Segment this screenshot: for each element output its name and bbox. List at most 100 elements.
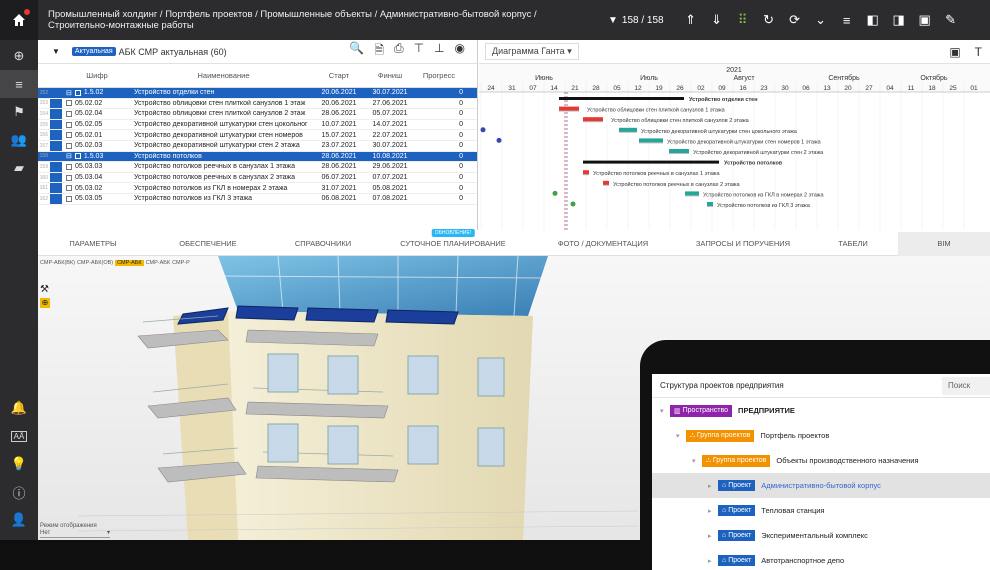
- gantt-view-select[interactable]: Диаграмма Ганта ▾: [485, 43, 579, 60]
- table-row[interactable]: 156 05.02.01 Устройство декоративной штука…: [38, 130, 477, 141]
- tab-3[interactable]: СПРАВОЧНИКИ: [268, 239, 378, 248]
- table-row[interactable]: 153 05.02.02 Устройство облицовки стен пли…: [38, 98, 477, 110]
- building-model[interactable]: [78, 256, 638, 540]
- refresh-button[interactable]: ↻: [756, 7, 782, 33]
- book-button[interactable]: ▰: [0, 154, 38, 182]
- row-name: Устройство декоративной штукатурки стен …: [134, 142, 300, 150]
- tree-node[interactable]: ▾ ⛬ Группа проектов Объекты производственно…: [652, 448, 990, 473]
- table-row[interactable]: 160 05.03.04 Устройство потолков реечных в…: [38, 172, 477, 184]
- row-code: 05.03.05: [62, 195, 128, 202]
- globe-button[interactable]: ⊕: [0, 42, 38, 70]
- view-mode[interactable]: Режим отображения Нет ▾: [40, 523, 110, 538]
- sync-button[interactable]: ⟳: [782, 7, 808, 33]
- table-row[interactable]: 152 ⊟ 1.5.02 Устройство отделки стен 20.06.2…: [38, 88, 477, 99]
- gantt-milestone: [496, 137, 502, 143]
- row-code: 05.03.02: [62, 185, 128, 192]
- bulb-button[interactable]: 💡: [0, 450, 38, 478]
- col-name[interactable]: Наименование: [128, 71, 313, 80]
- expand-down-button[interactable]: ⌄: [808, 7, 834, 33]
- tree-node[interactable]: ▾ ⛬ Группа проектов Портфель проектов: [652, 423, 990, 448]
- flag-button[interactable]: ⚑: [0, 98, 38, 126]
- dropdown-arrow-icon[interactable]: ▼: [52, 47, 60, 56]
- clear-filter-icon[interactable]: ⊥: [434, 41, 444, 62]
- col-finish[interactable]: Финиш: [365, 71, 415, 80]
- filter-counter[interactable]: ▼ 158 / 158: [608, 15, 664, 26]
- collapse-icon[interactable]: ⊟: [66, 152, 72, 160]
- tree-node[interactable]: ▸ ⌂ Проект Автотранспортное депо: [652, 548, 990, 570]
- print-icon[interactable]: ⎙: [394, 41, 404, 62]
- export-gantt-icon[interactable]: ▣: [949, 45, 960, 59]
- split-view-button[interactable]: ◧: [860, 7, 886, 33]
- grid-button[interactable]: ⠿: [730, 7, 756, 33]
- viewer-tool-icon[interactable]: ⚒: [40, 284, 49, 295]
- info-button[interactable]: ⓘ: [0, 478, 38, 506]
- tree-node[interactable]: ▸ ⌂ Проект Экспериментальный комплекс: [652, 523, 990, 548]
- tab-8[interactable]: BIM: [898, 231, 990, 256]
- table-row[interactable]: 157 05.02.03 Устройство декоративной штука…: [38, 140, 477, 152]
- collapse-all-button[interactable]: ⇓: [704, 7, 730, 33]
- filter-icon[interactable]: ⊤: [414, 41, 424, 62]
- menu-button[interactable]: ≡: [0, 70, 38, 98]
- row-checkbox[interactable]: [66, 142, 72, 149]
- row-progress: 0: [459, 174, 463, 182]
- row-checkbox[interactable]: [66, 185, 72, 192]
- table-row[interactable]: 162 05.03.05 Устройство потолков из ГКЛ 3 …: [38, 193, 477, 205]
- tab-7[interactable]: ТАБЕЛИ: [808, 239, 898, 248]
- users-button[interactable]: 👥: [0, 126, 38, 154]
- home-button[interactable]: [0, 0, 38, 40]
- chevron-right-icon[interactable]: ▸: [708, 507, 718, 515]
- text-icon[interactable]: T: [975, 45, 982, 59]
- tab-6[interactable]: ЗАПРОСЫ И ПОРУЧЕНИЯ: [678, 239, 808, 248]
- tab-label: ТАБЕЛИ: [838, 239, 868, 248]
- row-checkbox[interactable]: [66, 100, 72, 107]
- col-progress[interactable]: Прогресс: [415, 71, 467, 80]
- schedule-title[interactable]: АБК СМР актуальная (60): [119, 47, 227, 57]
- tab-2[interactable]: ОБЕСПЕЧЕНИЕ: [148, 239, 268, 248]
- layout-button[interactable]: ◨: [886, 7, 912, 33]
- model-tab[interactable]: СМР-АБК(ВК): [40, 260, 75, 266]
- table-row[interactable]: 159 05.03.03 Устройство потолков реечных в…: [38, 162, 477, 173]
- tree-node[interactable]: ▸ ⌂ Проект Тепловая станция: [652, 498, 990, 523]
- export-icon[interactable]: 🗎: [374, 41, 384, 62]
- list-button[interactable]: ≡: [834, 7, 860, 33]
- window-button[interactable]: ▣: [912, 7, 938, 33]
- row-checkbox[interactable]: [66, 110, 72, 117]
- col-code[interactable]: Шифр: [62, 71, 128, 80]
- gantt-bar-label: Устройство отделки стен: [689, 96, 758, 103]
- row-start: 28.06.2021: [321, 110, 357, 118]
- tree-node[interactable]: ▾ ▥ Пространство ПРЕДПРИЯТИЕ: [652, 398, 990, 423]
- tab-5[interactable]: ФОТО / ДОКУМЕНТАЦИЯ: [528, 239, 678, 248]
- globe-tool-icon[interactable]: ⊕: [40, 298, 50, 308]
- expand-all-button[interactable]: ⇑: [678, 7, 704, 33]
- table-row[interactable]: 154 05.02.04 Устройство облицовки стен пли…: [38, 109, 477, 120]
- col-start[interactable]: Старт: [313, 71, 365, 80]
- language-button[interactable]: AÅ: [0, 422, 38, 450]
- chevron-right-icon[interactable]: ▸: [708, 532, 718, 540]
- profile-button[interactable]: 👤: [0, 506, 38, 534]
- table-row[interactable]: 161 05.03.02 Устройство потолков из ГКЛ в …: [38, 183, 477, 194]
- collapse-icon[interactable]: ⊟: [66, 89, 72, 97]
- row-checkbox[interactable]: [66, 174, 72, 181]
- row-progress: 0: [459, 89, 463, 97]
- structure-search-input[interactable]: Поиск: [942, 376, 990, 395]
- chevron-down-icon[interactable]: ▾: [692, 457, 702, 465]
- table-row[interactable]: 158 ⊟ 1.5.03 Устройство потолков 28.06.2021 1…: [38, 151, 477, 163]
- row-checkbox[interactable]: [74, 153, 81, 160]
- bell-button[interactable]: 🔔: [0, 394, 38, 422]
- edit-button[interactable]: ✎: [938, 7, 964, 33]
- row-checkbox[interactable]: [66, 132, 72, 139]
- row-checkbox[interactable]: [66, 163, 72, 170]
- search-icon[interactable]: 🔍: [349, 41, 364, 62]
- row-checkbox[interactable]: [66, 121, 72, 128]
- chevron-down-icon[interactable]: ▾: [660, 407, 670, 415]
- chevron-right-icon[interactable]: ▸: [708, 482, 718, 490]
- tab-4[interactable]: СУТОЧНОЕ ПЛАНИРОВАНИЕ ОБНОВЛЕНИЕ!: [378, 229, 528, 248]
- eye-icon[interactable]: ◉: [455, 41, 465, 62]
- table-row[interactable]: 155 05.02.05 Устройство декоративной штука…: [38, 119, 477, 131]
- row-checkbox[interactable]: [74, 89, 81, 96]
- tree-node[interactable]: ▸ ⌂ Проект Административно-бытовой корпус: [652, 473, 990, 498]
- row-checkbox[interactable]: [66, 195, 72, 202]
- chevron-right-icon[interactable]: ▸: [708, 557, 718, 565]
- chevron-down-icon[interactable]: ▾: [676, 432, 686, 440]
- tab-1[interactable]: ПАРАМЕТРЫ: [38, 239, 148, 248]
